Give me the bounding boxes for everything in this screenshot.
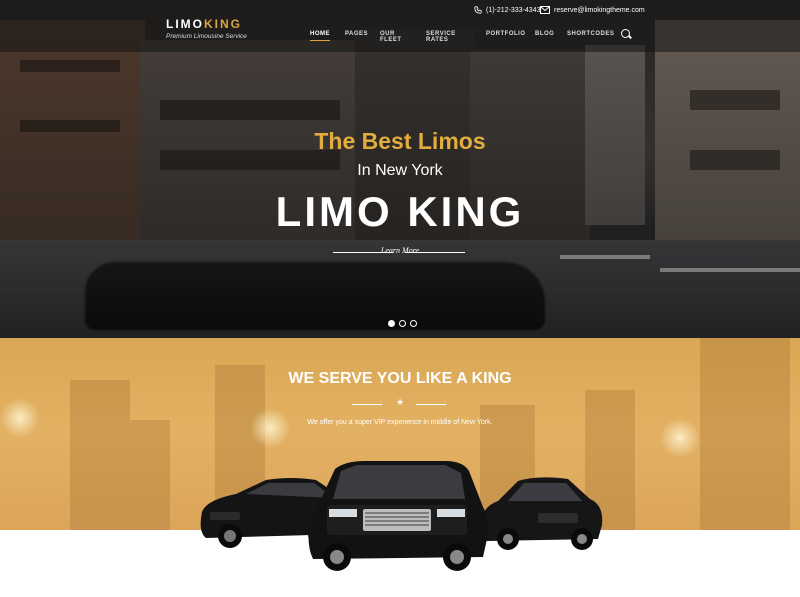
envelope-icon (540, 6, 550, 14)
slider-dot[interactable] (388, 320, 395, 327)
phone-icon (474, 6, 482, 14)
email-contact[interactable]: reserve@limokingtheme.com (540, 6, 645, 14)
nav-item-portfolio[interactable]: PORTFOLIO (486, 31, 526, 37)
nav-item-pages[interactable]: PAGES (345, 31, 368, 37)
sedan-car-image (481, 477, 603, 550)
star-icon: ★ (396, 397, 405, 407)
hero-heading-line2: In New York (357, 162, 443, 179)
slider-pagination (388, 320, 417, 327)
hero-heading-line1: The Best Limos (314, 128, 486, 154)
divider-line (405, 252, 465, 253)
nav-item-home[interactable]: HOME (310, 31, 330, 41)
search-icon[interactable] (621, 29, 630, 38)
nav-item-our-fleet[interactable]: OUR FLEET (380, 31, 402, 43)
site-header: LIMOKING Premium Limousine Service (1)-2… (0, 0, 800, 52)
site-tagline: Premium Limousine Service (166, 33, 247, 40)
divider-line (352, 404, 382, 405)
section-subtitle: We offer you a super VIP experience in m… (307, 419, 493, 426)
nav-item-shortcodes[interactable]: SHORTCODES (567, 31, 614, 37)
suv-car-image (308, 461, 488, 571)
section-title: WE SERVE YOU LIKE A KING (288, 370, 512, 387)
nav-item-service-rates[interactable]: SERVICE RATES (426, 31, 456, 43)
phone-contact[interactable]: (1)-212-333-4343 (474, 6, 540, 14)
slider-dot[interactable] (399, 320, 406, 327)
site-logo[interactable]: LIMOKING (166, 17, 242, 31)
hero-heading-title: LIMO KING (275, 188, 525, 235)
slider-dot[interactable] (410, 320, 417, 327)
nav-item-blog[interactable]: BLOG (535, 31, 554, 37)
learn-more-link[interactable]: Learn More (0, 246, 800, 255)
divider-line (416, 404, 446, 405)
